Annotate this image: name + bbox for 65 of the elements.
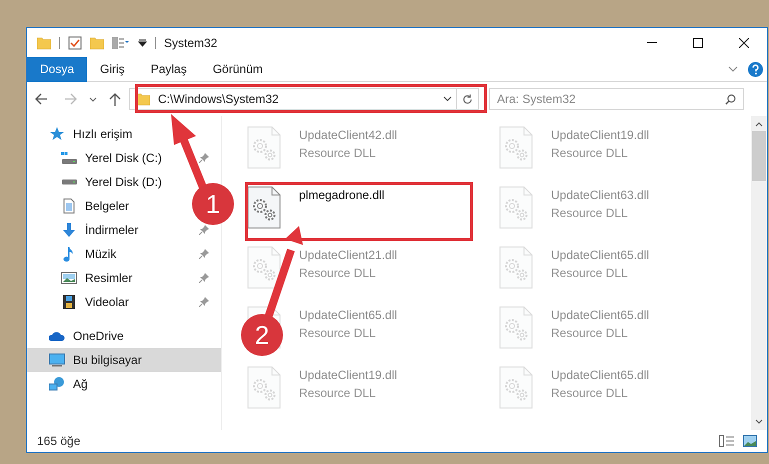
scroll-down-icon[interactable] bbox=[755, 419, 763, 424]
maximize-icon bbox=[693, 38, 703, 48]
file-type: Resource DLL bbox=[551, 205, 629, 222]
file-type: Resource DLL bbox=[551, 145, 629, 162]
nav-item[interactable]: Belgeler bbox=[85, 197, 130, 215]
help-icon[interactable] bbox=[748, 62, 763, 76]
back-arrow-icon[interactable] bbox=[35, 93, 48, 105]
star-icon bbox=[49, 126, 65, 142]
scroll-up-icon[interactable] bbox=[755, 122, 763, 127]
large-icons-view-icon[interactable] bbox=[743, 435, 757, 447]
pin-icon[interactable] bbox=[199, 153, 209, 163]
folder-icon bbox=[90, 36, 104, 50]
ribbon-tab[interactable]: Paylaş bbox=[138, 56, 200, 82]
ribbon-tab[interactable]: Giriş bbox=[87, 56, 138, 82]
pin-icon[interactable] bbox=[199, 249, 209, 259]
film-icon bbox=[61, 294, 77, 310]
minimize-icon bbox=[647, 42, 657, 43]
picture-icon bbox=[61, 270, 77, 286]
file-type: Resource DLL bbox=[551, 265, 629, 282]
address-field[interactable]: C:\Windows\System32 bbox=[129, 88, 457, 110]
chevron-down-icon[interactable] bbox=[89, 96, 97, 102]
properties-icon[interactable] bbox=[112, 36, 130, 48]
file-menu-tab[interactable]: Dosya bbox=[27, 56, 88, 82]
network-globe-icon bbox=[49, 376, 65, 392]
scrollbar[interactable] bbox=[751, 116, 767, 430]
nav-item[interactable]: İndirmeler bbox=[85, 221, 138, 239]
nav-item[interactable]: Resimler bbox=[85, 269, 132, 287]
nav-item[interactable]: Yerel Disk (D:) bbox=[85, 173, 162, 191]
file-type: Resource DLL bbox=[551, 385, 629, 402]
file-type: Resource DLL bbox=[299, 265, 377, 282]
pin-icon[interactable] bbox=[199, 225, 209, 235]
up-arrow-icon[interactable] bbox=[109, 92, 121, 106]
file-type: Resource DLL bbox=[551, 325, 629, 342]
monitor-icon bbox=[49, 352, 65, 368]
scroll-thumb[interactable] bbox=[752, 131, 766, 181]
drive-icon bbox=[61, 179, 77, 185]
dropdown-arrow-icon[interactable] bbox=[138, 38, 147, 47]
close-icon bbox=[739, 38, 749, 48]
drive-icon bbox=[61, 152, 77, 164]
ribbon-tab[interactable]: Görünüm bbox=[200, 56, 276, 82]
nav-item[interactable]: Hızlı erişim bbox=[27, 122, 221, 146]
refresh-button[interactable] bbox=[457, 88, 479, 110]
nav-item[interactable]: Videolar bbox=[85, 293, 129, 311]
file-name[interactable]: plmegadrone.dll bbox=[299, 186, 384, 204]
nav-item[interactable]: Bu bilgisayar bbox=[27, 348, 221, 372]
file-type: Resource DLL bbox=[299, 325, 377, 342]
file-type: Resource DLL bbox=[299, 385, 377, 402]
download-arrow-icon bbox=[61, 222, 77, 238]
item-count: 165 öğe bbox=[37, 433, 80, 450]
nav-item[interactable]: OneDrive bbox=[27, 324, 221, 348]
details-view-icon[interactable] bbox=[719, 435, 735, 447]
pin-icon[interactable] bbox=[199, 273, 209, 283]
file-type: Resource DLL bbox=[299, 145, 377, 162]
nav-item[interactable]: Müzik bbox=[85, 245, 116, 263]
document-icon bbox=[61, 198, 77, 214]
window-title: System32 bbox=[164, 34, 218, 52]
refresh-icon bbox=[462, 94, 473, 104]
pin-icon[interactable] bbox=[199, 297, 209, 307]
nav-item[interactable]: Ağ bbox=[27, 372, 221, 396]
folder-icon bbox=[37, 36, 51, 50]
nav-item[interactable]: Yerel Disk (C:) bbox=[85, 149, 162, 167]
address-path: C:\Windows\System32 bbox=[158, 91, 279, 108]
checklist-icon[interactable] bbox=[68, 36, 82, 50]
search-icon bbox=[725, 94, 736, 104]
chevron-down-icon[interactable] bbox=[443, 96, 452, 102]
